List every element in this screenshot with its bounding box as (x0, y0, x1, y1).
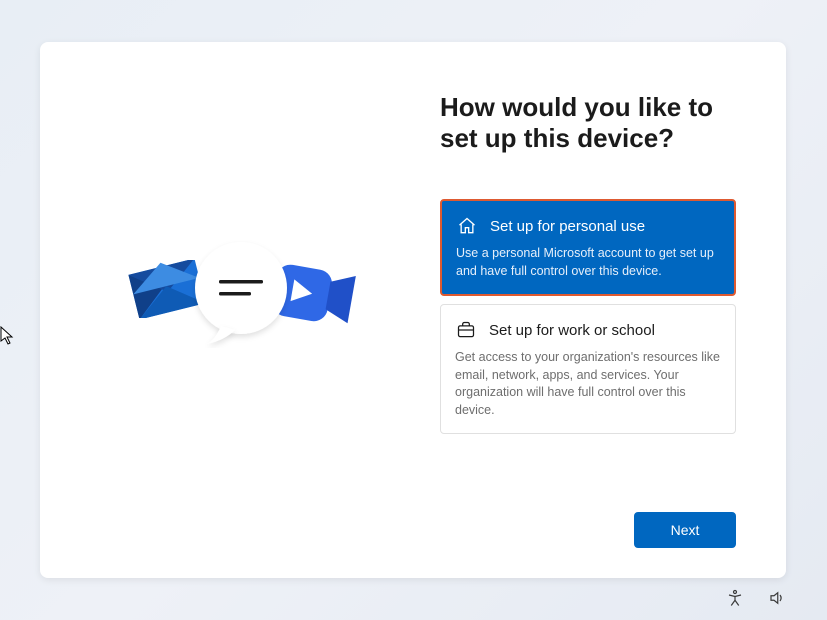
content-panel: How would you like to set up this device… (440, 42, 786, 578)
volume-icon[interactable] (767, 588, 787, 608)
accessibility-icon[interactable] (725, 588, 745, 608)
option-personal-header: Set up for personal use (456, 215, 720, 237)
option-personal[interactable]: Set up for personal use Use a personal M… (440, 199, 736, 296)
option-personal-title: Set up for personal use (490, 218, 645, 235)
next-button[interactable]: Next (634, 512, 736, 548)
mouse-cursor (0, 326, 16, 346)
option-personal-description: Use a personal Microsoft account to get … (456, 245, 720, 280)
speech-bubble-icon (185, 240, 297, 352)
setup-card: How would you like to set up this device… (40, 42, 786, 578)
page-title: How would you like to set up this device… (440, 92, 736, 154)
option-work-title: Set up for work or school (489, 322, 655, 339)
home-icon (456, 215, 478, 237)
option-work-header: Set up for work or school (455, 319, 721, 341)
illustration-panel (40, 42, 440, 578)
setup-illustration (120, 235, 360, 385)
option-work[interactable]: Set up for work or school Get access to … (440, 304, 736, 434)
briefcase-icon (455, 319, 477, 341)
taskbar (725, 588, 787, 608)
option-work-description: Get access to your organization's resour… (455, 349, 721, 419)
